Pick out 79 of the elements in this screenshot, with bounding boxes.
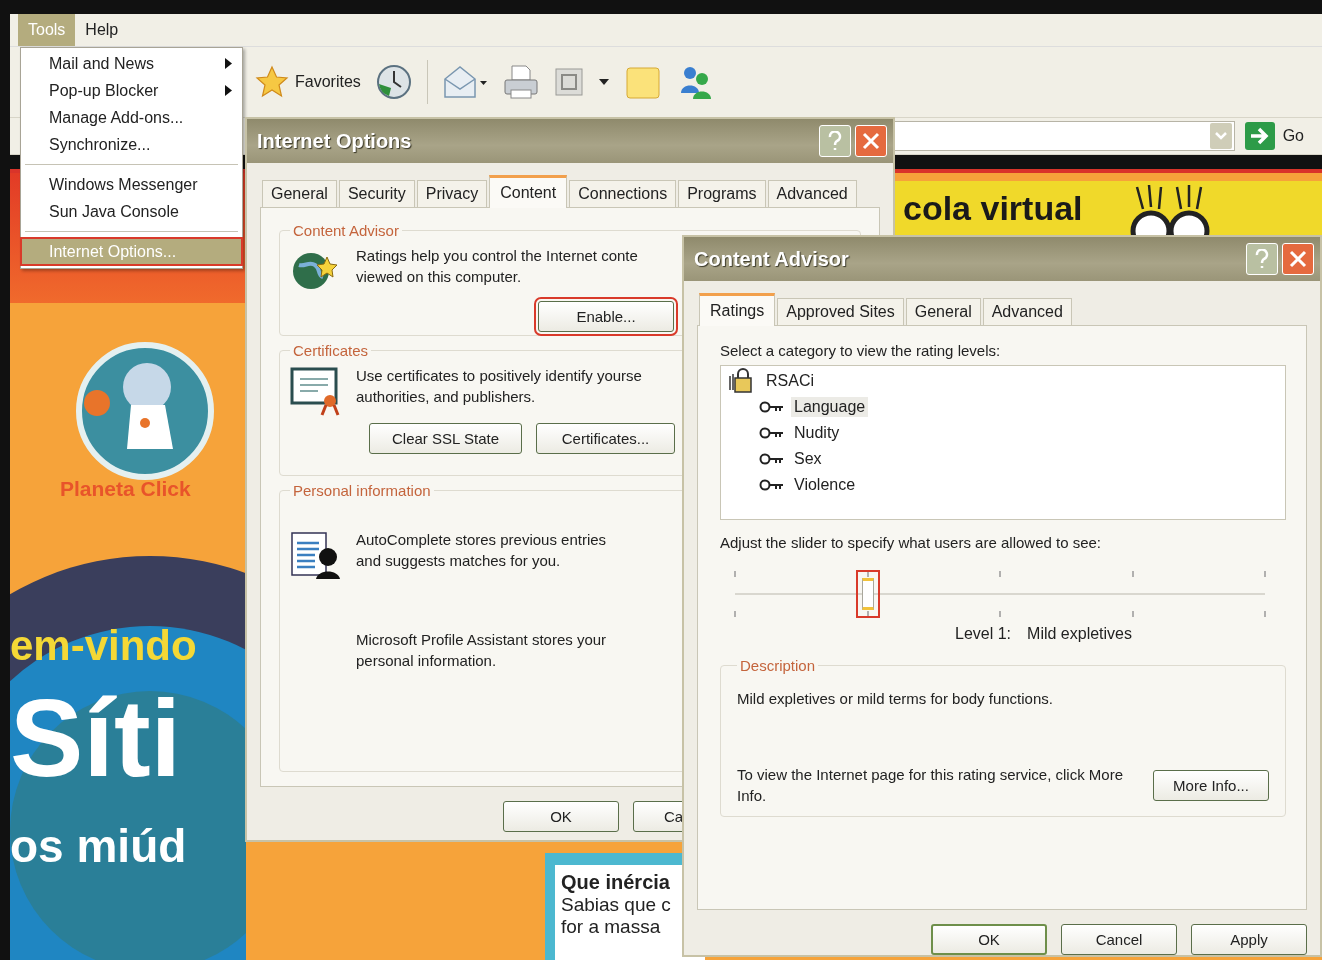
menu-item[interactable]: Synchronize... [21,131,242,158]
article-title: Que inércia [561,871,671,894]
key-icon [759,427,785,439]
tree-item[interactable]: Violence [791,475,859,495]
tab[interactable]: Ratings [699,293,776,326]
favorites-button[interactable]: Favorites [255,65,361,99]
dropdown-icon[interactable] [1209,123,1232,149]
tab[interactable]: Programs [678,180,766,207]
description-text: Mild expletives or mild terms for body functions. [737,690,1054,707]
tab[interactable]: Privacy [416,180,488,207]
key-icon [759,453,785,465]
history-icon[interactable] [374,63,413,101]
menu-item[interactable]: Sun Java Console [21,198,242,225]
help-icon [826,131,844,151]
tree-item[interactable]: RSACi [763,371,817,391]
group-title: Description [739,657,817,674]
dialog-button[interactable]: OK [931,924,1047,955]
caret-icon[interactable] [597,78,610,86]
help-button[interactable] [1246,243,1278,275]
headline-text: em-vindo [10,625,197,667]
tree-item[interactable]: Sex [791,449,825,469]
menu-item[interactable]: Mail and News [21,50,242,77]
tree-item[interactable]: Nudity [791,423,843,443]
description-text: AutoComplete stores previous entries and suggests matches for you. [356,530,607,571]
tab[interactable]: Content [489,175,568,208]
close-icon [862,132,880,150]
key-icon [759,401,785,413]
close-button[interactable] [855,125,887,157]
window-title: Internet Options [257,129,412,153]
more-info-button[interactable]: More Info... [1153,769,1269,801]
tab[interactable]: Connections [569,180,677,207]
level-label: Level 1: [955,625,1012,643]
tab[interactable]: Approved Sites [777,298,904,325]
info-text: To view the Internet page for this rating service, click More Info. [737,765,1124,806]
dialog-button[interactable]: OK [503,801,619,832]
menu-item[interactable]: Pop-up Blocker [21,77,242,104]
banner-text: cola virtual [903,191,1083,225]
tab[interactable]: Advanced [767,180,857,207]
star-icon [255,65,289,99]
close-icon [1289,250,1307,268]
description-text: Microsoft Profile Assistant stores your personal information. [356,630,607,671]
headline-text: os miúd [10,823,187,869]
headline-text: Síti [10,683,182,793]
menu-item[interactable]: Windows Messenger [21,171,242,198]
tab[interactable]: General [262,180,337,207]
dialog-button[interactable]: Cancel [1061,924,1177,955]
group-title: Content Advisor [292,222,400,239]
group-title: Personal information [292,482,432,499]
mail-icon[interactable] [441,63,488,101]
certificate-icon [290,367,342,417]
dialog-button[interactable]: Certificates... [536,423,675,454]
menu-item[interactable]: Help [75,14,129,46]
close-button[interactable] [1282,243,1314,275]
key-icon [759,479,785,491]
menu-item[interactable]: Manage Add-ons... [21,104,242,131]
padlock-icon [729,368,755,394]
group-title: Certificates [292,342,370,359]
tab[interactable]: Advanced [982,298,1072,325]
description-text: Ratings help you control the Internet conte viewed on this computer. [356,246,638,287]
tab[interactable]: Security [338,180,415,207]
dialog-button[interactable]: Clear SSL State [369,423,522,454]
go-button[interactable]: Go [1244,122,1314,150]
tree-item[interactable]: Language [791,397,869,417]
help-button[interactable] [819,125,851,157]
profile-card-icon [290,531,342,581]
prompt-text: Select a category to view the rating levels: [720,342,1002,359]
logo-caption: Planeta Click [60,477,191,501]
dialog-button[interactable]: Apply [1191,924,1307,955]
printer-icon[interactable] [501,62,540,102]
tab[interactable]: General [905,298,981,325]
submenu-arrow-icon [225,85,232,96]
description-text: Use certificates to positively identify yourse authorities, and publishers. [356,366,642,407]
prompt-text: Adjust the slider to specify what users are allowed to see: [720,534,1103,551]
level-name: Mild expletives [1027,625,1132,643]
help-icon [1253,249,1271,269]
window-title: Content Advisor [694,247,849,271]
submenu-arrow-icon [225,58,232,69]
slider-thumb[interactable] [861,578,874,610]
article-text: Sabias que c for a massa [561,894,672,938]
